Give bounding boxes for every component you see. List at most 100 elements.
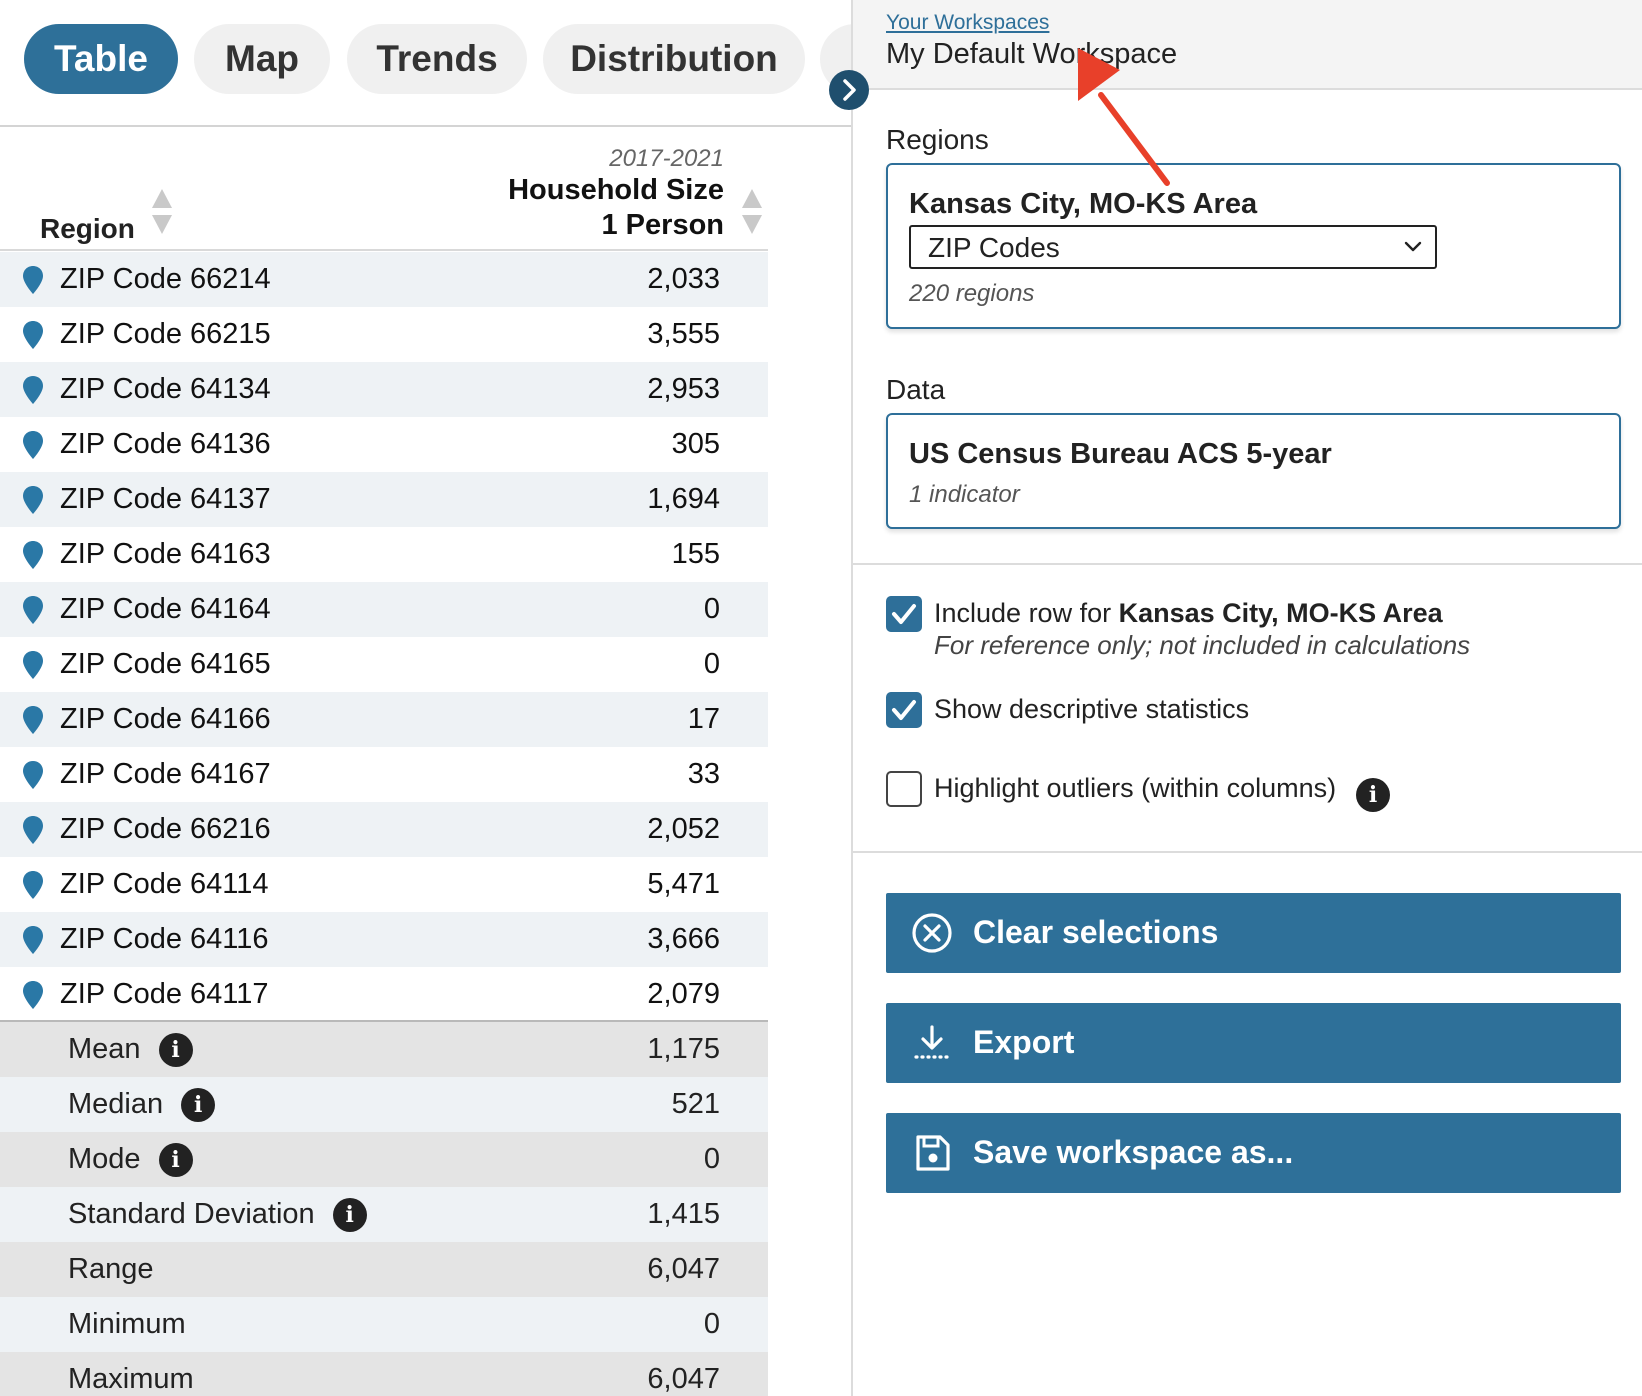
indicator-value: 155 xyxy=(671,538,720,570)
region-count: 220 regions xyxy=(909,280,1035,307)
info-icon[interactable]: i xyxy=(332,1197,367,1232)
table-row[interactable]: ZIP Code 64137 1,694 xyxy=(0,472,768,527)
workspace-header: Your Workspaces My Default Workspace xyxy=(853,0,1642,90)
region-type-value: ZIP Codes xyxy=(928,232,1060,263)
stat-label: Minimum xyxy=(68,1308,186,1340)
region-name[interactable]: ZIP Code 64165 xyxy=(60,648,271,681)
region-name[interactable]: ZIP Code 64117 xyxy=(60,978,269,1011)
save-workspace-button[interactable]: Save workspace as... xyxy=(886,1113,1621,1193)
map-pin-icon xyxy=(23,486,43,514)
tab-trends[interactable]: Trends xyxy=(347,24,527,94)
region-name[interactable]: ZIP Code 64137 xyxy=(60,483,271,516)
value-sort-icon[interactable] xyxy=(742,189,762,237)
stat-value: 0 xyxy=(703,1308,720,1340)
map-pin-icon xyxy=(23,651,43,679)
table-row[interactable]: ZIP Code 64134 2,953 xyxy=(0,362,768,417)
show-statistics-checkbox[interactable] xyxy=(886,692,922,728)
stat-value: 1,415 xyxy=(647,1198,720,1230)
table-body: ZIP Code 66214 2,033 ZIP Code 66215 3,555 ZI… xyxy=(0,252,768,1022)
info-icon[interactable]: i xyxy=(181,1087,216,1122)
view-tabs: Table Map Trends Distribution xyxy=(0,0,851,127)
stat-row: Range 6,047 xyxy=(0,1242,768,1297)
region-name[interactable]: ZIP Code 64134 xyxy=(60,373,271,406)
map-pin-icon xyxy=(23,816,43,844)
stat-label: Median xyxy=(68,1088,164,1120)
include-row-note: For reference only; not included in calc… xyxy=(934,630,1471,660)
map-pin-icon xyxy=(23,321,43,349)
table-row[interactable]: ZIP Code 64164 0 xyxy=(0,582,768,637)
region-name[interactable]: ZIP Code 64164 xyxy=(60,593,271,626)
stat-row: Median i 521 xyxy=(0,1077,768,1132)
table-row[interactable]: ZIP Code 64136 305 xyxy=(0,417,768,472)
include-row-checkbox[interactable] xyxy=(886,596,922,632)
region-name[interactable]: ZIP Code 66214 xyxy=(60,263,271,296)
data-card[interactable]: US Census Bureau ACS 5-year 1 indicator xyxy=(886,413,1621,529)
workspace-name: My Default Workspace xyxy=(886,38,1178,70)
region-type-select[interactable]: ZIP Codes xyxy=(909,225,1437,269)
checkmark-icon xyxy=(892,700,916,720)
table-row[interactable]: ZIP Code 66215 3,555 xyxy=(0,307,768,362)
stat-label: Mean xyxy=(68,1033,141,1065)
clear-selections-label: Clear selections xyxy=(973,914,1219,950)
map-pin-icon xyxy=(23,981,43,1009)
table-row[interactable]: ZIP Code 64165 0 xyxy=(0,637,768,692)
include-row-label: Include row for Kansas City, MO-KS Area xyxy=(934,598,1443,628)
export-label: Export xyxy=(973,1024,1075,1060)
settings-panel: Your Workspaces My Default Workspace Reg… xyxy=(851,0,1642,1396)
indicator-column-header[interactable]: Household Size xyxy=(508,174,724,207)
show-statistics-label: Show descriptive statistics xyxy=(934,694,1250,724)
floppy-disk-icon xyxy=(916,1135,950,1171)
table-row[interactable]: ZIP Code 66214 2,033 xyxy=(0,252,768,307)
region-sort-icon[interactable] xyxy=(152,189,172,237)
panel-toggle-button[interactable] xyxy=(829,70,869,110)
section-divider xyxy=(853,563,1642,565)
map-pin-icon xyxy=(23,706,43,734)
table-pane: Table Map Trends Distribution Region 201… xyxy=(0,0,851,1396)
download-icon xyxy=(914,1025,950,1059)
table-row[interactable]: ZIP Code 64167 33 xyxy=(0,747,768,802)
region-name[interactable]: ZIP Code 64116 xyxy=(60,923,269,956)
indicator-value: 305 xyxy=(671,428,720,460)
info-icon[interactable]: i xyxy=(1356,778,1390,812)
stat-label: Mode xyxy=(68,1143,141,1175)
table-row[interactable]: ZIP Code 64166 17 xyxy=(0,692,768,747)
regions-card[interactable]: Kansas City, MO-KS Area ZIP Codes 220 re… xyxy=(886,163,1621,329)
region-name[interactable]: ZIP Code 64114 xyxy=(60,868,269,901)
info-icon[interactable]: i xyxy=(158,1142,193,1177)
indicator-value: 2,953 xyxy=(647,373,720,405)
region-name[interactable]: ZIP Code 64163 xyxy=(60,538,271,571)
highlight-outliers-checkbox[interactable] xyxy=(886,771,922,807)
region-name[interactable]: ZIP Code 66216 xyxy=(60,813,271,846)
tab-map[interactable]: Map xyxy=(194,24,330,94)
stat-row: Minimum 0 xyxy=(0,1297,768,1352)
clear-selections-button[interactable]: Clear selections xyxy=(886,893,1621,973)
region-name[interactable]: ZIP Code 66215 xyxy=(60,318,271,351)
map-pin-icon xyxy=(23,926,43,954)
highlight-outliers-label: Highlight outliers (within columns) xyxy=(934,773,1337,803)
region-name[interactable]: ZIP Code 64166 xyxy=(60,703,271,736)
table-row[interactable]: ZIP Code 64163 155 xyxy=(0,527,768,582)
table-row[interactable]: ZIP Code 64116 3,666 xyxy=(0,912,768,967)
indicator-value: 2,079 xyxy=(647,978,720,1010)
export-button[interactable]: Export xyxy=(886,1003,1621,1083)
indicator-value: 2,052 xyxy=(647,813,720,845)
table-row[interactable]: ZIP Code 64114 5,471 xyxy=(0,857,768,912)
region-column-header[interactable]: Region xyxy=(40,213,135,245)
your-workspaces-link[interactable]: Your Workspaces xyxy=(886,11,1049,35)
table-row[interactable]: ZIP Code 64117 2,079 xyxy=(0,967,768,1022)
stat-row: Mode i 0 xyxy=(0,1132,768,1187)
indicator-value: 17 xyxy=(687,703,720,735)
info-icon[interactable]: i xyxy=(158,1032,193,1067)
tab-distribution[interactable]: Distribution xyxy=(543,24,805,94)
table-header: Region 2017-2021 Household Size 1 Person xyxy=(0,127,768,251)
descriptive-statistics: Mean i 1,175 Median i 521 Mode i 0 Standard Devia… xyxy=(0,1020,768,1396)
stat-value: 0 xyxy=(703,1143,720,1175)
indicator-count: 1 indicator xyxy=(909,481,1020,508)
region-name[interactable]: ZIP Code 64136 xyxy=(60,428,271,461)
indicator-value: 1,694 xyxy=(647,483,720,515)
tab-table[interactable]: Table xyxy=(24,24,178,94)
section-divider xyxy=(853,851,1642,853)
circle-x-icon xyxy=(912,913,952,953)
table-row[interactable]: ZIP Code 66216 2,052 xyxy=(0,802,768,857)
region-name[interactable]: ZIP Code 64167 xyxy=(60,758,271,791)
